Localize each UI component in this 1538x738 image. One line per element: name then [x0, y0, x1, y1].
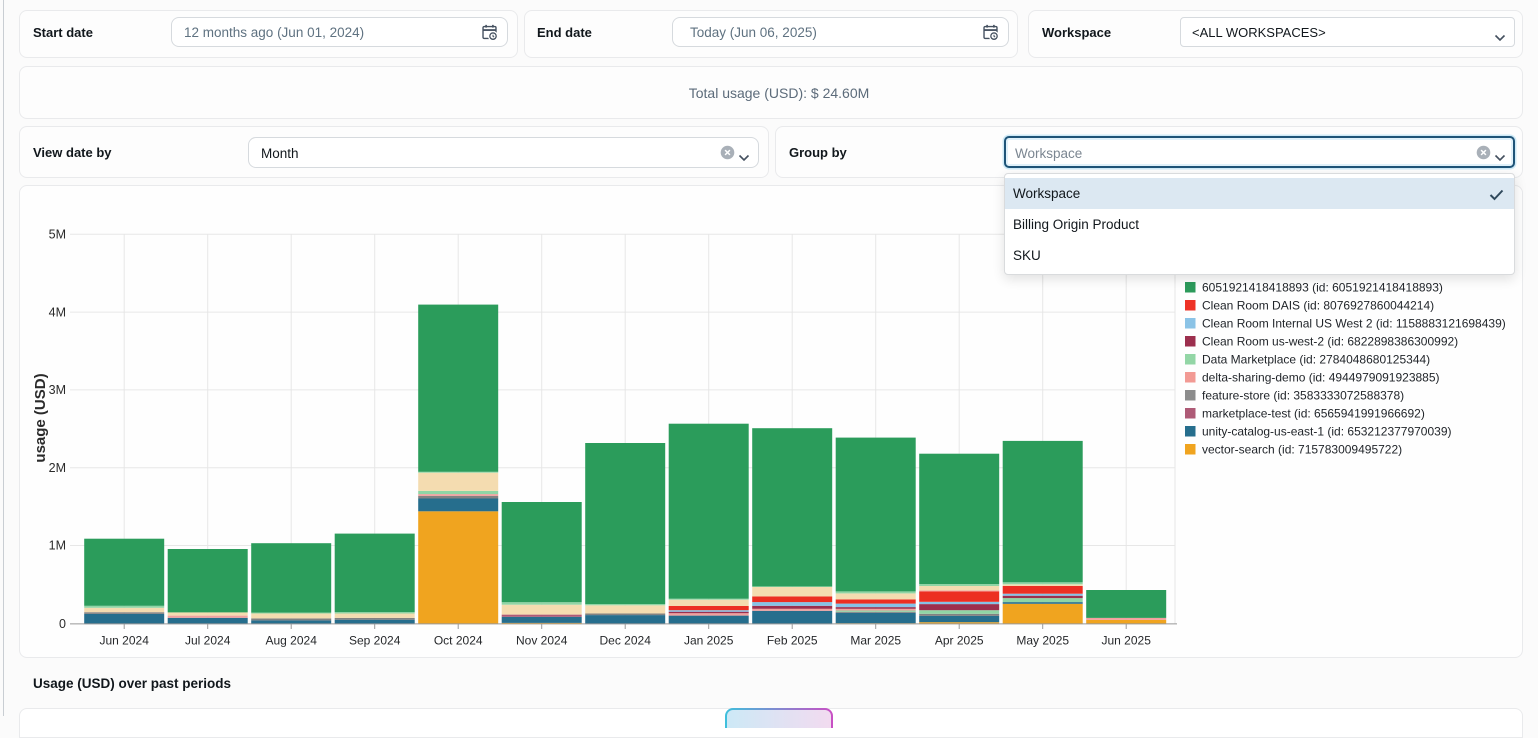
svg-text:marketplace-test (id: 65659419: marketplace-test (id: 6565941991966692)	[1202, 406, 1425, 420]
svg-text:Apr 2025: Apr 2025	[935, 634, 984, 648]
svg-text:Clean Room Internal US West 2: Clean Room Internal US West 2 (id: 11588…	[1202, 316, 1506, 330]
svg-text:Nov 2024: Nov 2024	[516, 634, 568, 648]
svg-text:4M: 4M	[49, 305, 66, 319]
svg-text:Sep 2024: Sep 2024	[349, 634, 401, 648]
svg-text:Feb 2025: Feb 2025	[767, 634, 818, 648]
svg-text:Clean Room us-west-2 (id: 6822: Clean Room us-west-2 (id: 68228983863009…	[1202, 334, 1458, 348]
svg-text:2M: 2M	[49, 461, 66, 475]
svg-text:Jan 2025: Jan 2025	[684, 634, 734, 648]
svg-text:Oct 2024: Oct 2024	[434, 634, 483, 648]
svg-text:5M: 5M	[49, 228, 66, 242]
svg-text:Jun 2024: Jun 2024	[100, 634, 150, 648]
svg-text:unity-catalog-us-east-1 (id: 6: unity-catalog-us-east-1 (id: 65321237797…	[1202, 424, 1452, 438]
svg-text:vector-search (id: 71578300949: vector-search (id: 715783009495722)	[1202, 442, 1402, 456]
svg-text:Dec 2024: Dec 2024	[600, 634, 652, 648]
svg-text:0: 0	[59, 617, 66, 631]
svg-text:Jul 2024: Jul 2024	[185, 634, 231, 648]
svg-text:3M: 3M	[49, 383, 66, 397]
svg-text:Data Marketplace (id: 27840486: Data Marketplace (id: 2784048680125344)	[1202, 352, 1430, 366]
svg-text:Jun 2025: Jun 2025	[1102, 634, 1152, 648]
svg-text:May 2025: May 2025	[1016, 634, 1069, 648]
svg-text:6051921418418893 (id: 60519214: 6051921418418893 (id: 6051921418418893)	[1202, 280, 1443, 294]
svg-text:Aug 2024: Aug 2024	[266, 634, 318, 648]
svg-text:Mar 2025: Mar 2025	[850, 634, 901, 648]
svg-text:usage (USD): usage (USD)	[32, 373, 49, 462]
svg-text:feature-store (id: 35833330725: feature-store (id: 3583333072588378)	[1202, 388, 1404, 402]
svg-text:1M: 1M	[49, 539, 66, 553]
svg-text:delta-sharing-demo (id: 494497: delta-sharing-demo (id: 4944979091923885…	[1202, 370, 1440, 384]
svg-text:Clean Room DAIS (id: 807692786: Clean Room DAIS (id: 8076927860044214)	[1202, 298, 1434, 312]
